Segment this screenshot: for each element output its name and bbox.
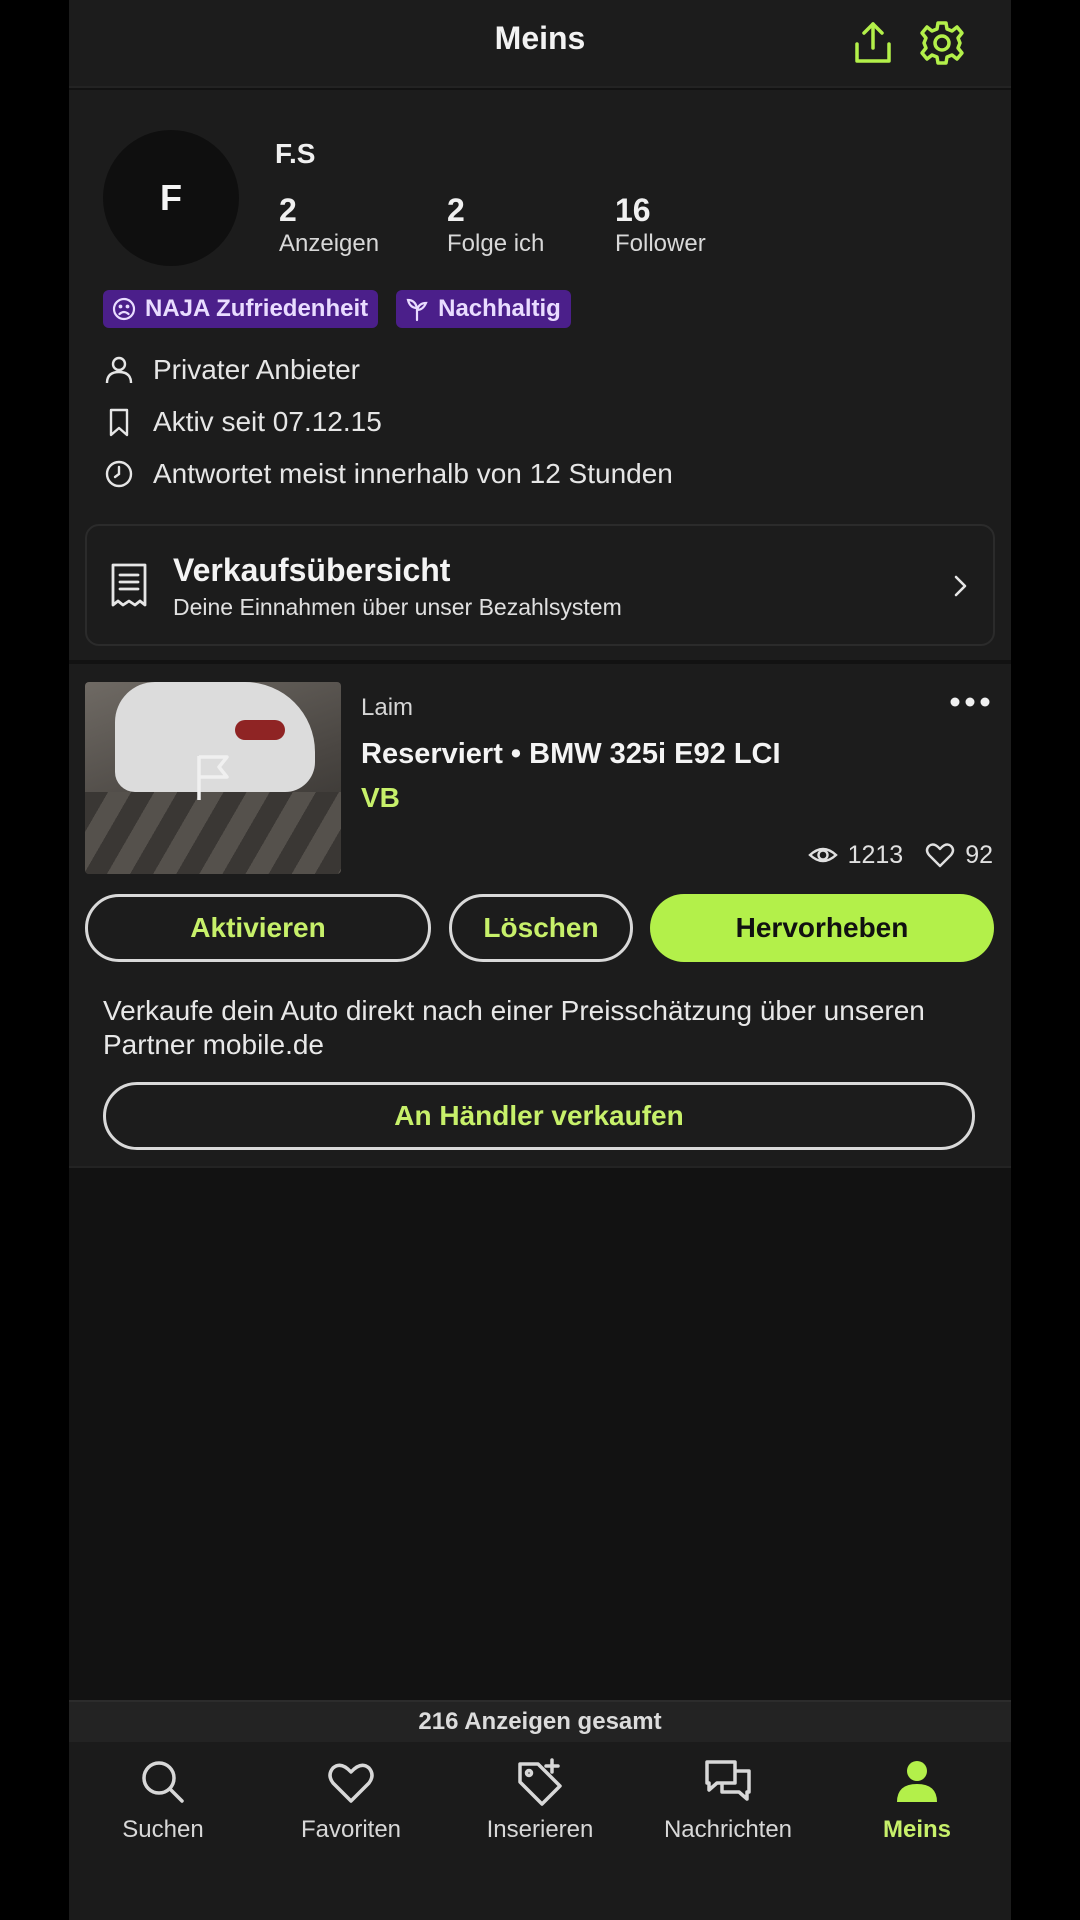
stat-follower[interactable]: 16 Follower — [615, 192, 706, 258]
receipt-icon — [111, 563, 147, 607]
bookmark-icon — [109, 408, 129, 437]
username: F.S — [275, 138, 316, 169]
stat-label: Folge ich — [447, 230, 545, 257]
sales-overview-card[interactable]: Verkaufsübersicht Deine Einnahmen über u… — [85, 524, 995, 646]
avatar[interactable]: F — [103, 130, 239, 266]
more-options-icon[interactable] — [949, 692, 991, 712]
person-icon — [105, 356, 133, 384]
tab-label: Meins — [882, 1816, 951, 1843]
sad-face-icon — [112, 297, 136, 321]
heart-icon — [328, 1763, 374, 1803]
info-response-time: Antwortet meist innerhalb von 12 Stunden — [103, 458, 673, 490]
sprout-icon — [406, 298, 428, 322]
bottom-tab-bar: Suchen Favoriten Inserieren Nachrichten — [69, 1742, 1011, 1920]
highlight-button[interactable]: Hervorheben — [650, 894, 994, 962]
view-count: 1213 — [847, 840, 904, 869]
tab-favorites[interactable]: Favoriten — [257, 1756, 445, 1844]
info-text: Antwortet meist innerhalb von 12 Stunden — [153, 458, 673, 489]
search-icon — [142, 1761, 184, 1803]
profile-section: F F.S 2 Anzeigen 2 Folge ich 16 Follower… — [69, 90, 1011, 660]
badge-list: NAJA Zufriedenheit Nachhaltig — [103, 290, 571, 328]
info-text: Privater Anbieter — [153, 354, 360, 385]
stat-value: 2 — [447, 192, 465, 228]
clock-icon — [105, 460, 133, 488]
tab-search[interactable]: Suchen — [69, 1756, 257, 1844]
tag-plus-icon — [518, 1758, 562, 1806]
top-bar: Meins — [69, 0, 1011, 88]
info-active-since: Aktiv seit 07.12.15 — [103, 406, 382, 438]
tab-label: Inserieren — [486, 1816, 594, 1843]
stat-label: Anzeigen — [279, 230, 380, 257]
listing-thumbnail[interactable] — [85, 682, 341, 874]
listing-metrics: 1213 92 — [807, 840, 993, 870]
sell-to-dealer-button[interactable]: An Händler verkaufen — [103, 1082, 975, 1150]
tab-label: Favoriten — [300, 1816, 402, 1843]
tab-label: Suchen — [122, 1816, 204, 1843]
dealer-promo-text: Verkaufe dein Auto direkt nach einer Pre… — [103, 995, 925, 1060]
stat-value: 16 — [615, 192, 651, 228]
listing-title[interactable]: Reserviert • BMW 325i E92 LCI — [361, 738, 781, 771]
delete-button[interactable]: Löschen — [449, 894, 633, 962]
tab-label: Nachrichten — [663, 1816, 793, 1843]
info-text: Aktiv seit 07.12.15 — [153, 406, 382, 437]
badge-sustainable[interactable]: Nachhaltig — [396, 290, 571, 328]
stat-label: Follower — [615, 230, 706, 257]
tab-mine[interactable]: Meins — [823, 1756, 1011, 1844]
listing-card: Laim Reserviert • BMW 325i E92 LCI VB 12… — [69, 664, 1011, 1168]
badge-label: Nachhaltig — [438, 295, 561, 322]
chevron-right-icon — [954, 575, 967, 597]
share-icon[interactable] — [848, 18, 898, 68]
badge-label: NAJA Zufriedenheit — [145, 295, 369, 322]
tab-messages[interactable]: Nachrichten — [634, 1756, 822, 1844]
like-count: 92 — [965, 840, 993, 869]
stat-folge-ich[interactable]: 2 Folge ich — [447, 192, 544, 258]
reserved-flag-icon — [197, 755, 229, 800]
eye-icon — [807, 847, 838, 863]
settings-gear-icon[interactable] — [917, 18, 967, 68]
heart-icon — [925, 843, 955, 868]
sales-overview-title: Verkaufsübersicht — [173, 552, 451, 588]
total-ads-bar: 216 Anzeigen gesamt — [69, 1700, 1011, 1742]
car-taillight — [235, 720, 285, 740]
activate-button[interactable]: Aktivieren — [85, 894, 431, 962]
sales-overview-subtitle: Deine Einnahmen über unser Bezahlsystem — [173, 594, 622, 620]
badge-satisfaction[interactable]: NAJA Zufriedenheit — [103, 290, 379, 328]
listing-price: VB — [361, 782, 400, 813]
chat-icon — [705, 1760, 751, 1801]
tab-post-ad[interactable]: Inserieren — [446, 1756, 634, 1844]
person-filled-icon — [897, 1761, 937, 1802]
stat-value: 2 — [279, 192, 297, 228]
listing-location: Laim — [361, 694, 414, 721]
stat-anzeigen[interactable]: 2 Anzeigen — [279, 192, 379, 258]
info-seller-type: Privater Anbieter — [103, 354, 360, 386]
ground-shadow — [85, 792, 341, 874]
app-screen: Meins F F.S 2 Anzeigen 2 Folge ich 16 Fo… — [69, 0, 1011, 1920]
